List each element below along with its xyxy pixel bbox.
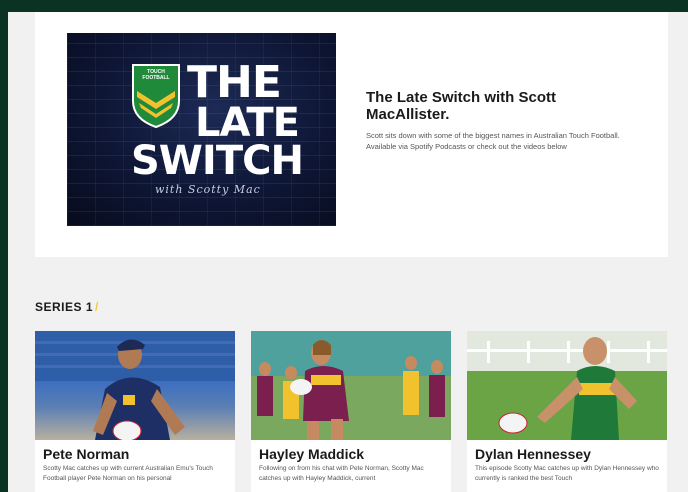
podcast-description: Scott sits down with some of the biggest…	[366, 131, 620, 151]
episode-photo[interactable]	[467, 331, 667, 440]
episode-description: Following on from his chat with Pete Nor…	[259, 465, 424, 482]
player-photo-illustration	[467, 331, 667, 440]
player-photo-illustration	[35, 331, 235, 440]
logo-badge-text: TOUCH FOOTBALL	[142, 69, 170, 81]
episode-name[interactable]: Pete Norman	[43, 446, 129, 462]
logo-script: with Scotty Mac	[155, 183, 261, 196]
player-photo-illustration	[251, 331, 451, 440]
series-heading: SERIES 1/	[35, 300, 99, 314]
episode-card-dylan-hennessey[interactable]: Dylan Hennessey This episode Scotty Mac …	[467, 331, 667, 492]
series-heading-slash: /	[95, 300, 99, 314]
logo-word-switch: SWITCH	[131, 138, 304, 184]
episode-name[interactable]: Dylan Hennessey	[475, 446, 591, 462]
episode-name[interactable]: Hayley Maddick	[259, 446, 364, 462]
logo-word-late: LATE	[195, 100, 300, 146]
episode-description: This episode Scotty Mac catches up with …	[475, 465, 659, 482]
episode-photo[interactable]	[35, 331, 235, 440]
the-late-switch-banner[interactable]: TOUCH FOOTBALL THE LATE SWITCH with Scot…	[67, 33, 336, 226]
series-heading-label: SERIES 1	[35, 300, 94, 314]
episode-card-hayley-maddick[interactable]: Hayley Maddick Following on from his cha…	[251, 331, 451, 492]
episode-card-pete-norman[interactable]: Pete Norman Scotty Mac catches up with c…	[35, 331, 235, 492]
podcast-title: The Late Switch with Scott MacAllister.	[366, 89, 557, 123]
episode-photo[interactable]	[251, 331, 451, 440]
episode-description: Scotty Mac catches up with current Austr…	[43, 465, 213, 482]
logo-word-the: THE	[187, 57, 282, 108]
